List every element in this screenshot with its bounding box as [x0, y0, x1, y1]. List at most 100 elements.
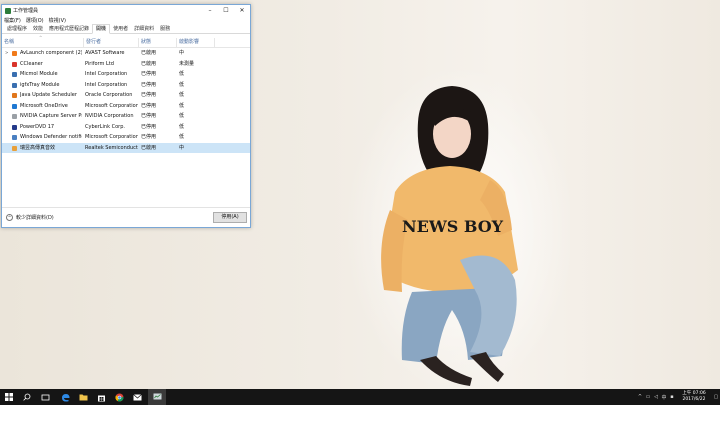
chevron-up-icon[interactable]: ^	[636, 389, 644, 405]
app-icon	[12, 145, 17, 151]
fewer-details-label: 較少詳細資料(D)	[16, 215, 54, 221]
status-cell: 已啟用	[141, 60, 157, 67]
table-row[interactable]: NVIDIA Capture Server Pro...NVIDIA Corpo…	[2, 111, 250, 122]
status-cell: 已停用	[141, 113, 157, 119]
impact-cell: 中	[179, 50, 185, 56]
status-cell: 已停用	[141, 102, 157, 109]
chrome-icon	[114, 393, 123, 401]
clock[interactable]: 上午 07:06 2017/6/22	[680, 391, 708, 403]
table-row[interactable]: Java Update Scheduler Oracle Corporation 已…	[2, 90, 250, 101]
task-view-button[interactable]	[36, 389, 54, 405]
publisher-cell: AVAST Software	[85, 50, 125, 56]
column-header-status[interactable]: 狀態	[139, 38, 177, 47]
impact-cell: 中	[179, 144, 185, 151]
menu-options[interactable]: 選項(O)	[26, 17, 44, 24]
store-taskbar-button[interactable]	[92, 389, 110, 405]
column-header-name[interactable]: 名稱	[2, 38, 84, 47]
name-cell: AvLaunch component (2)	[20, 50, 82, 56]
title-bar[interactable]: 工作管理員 – ☐ ✕	[2, 5, 250, 16]
minimize-button[interactable]: –	[202, 5, 218, 16]
file-explorer-taskbar-button[interactable]	[74, 389, 92, 405]
task-manager-app-icon	[5, 7, 11, 14]
wallpaper-image: NEWS BOY	[345, 65, 570, 389]
table-row[interactable]: igfxTray Module Intel Corporation 已停用 低	[2, 80, 250, 91]
footer: ^ 較少詳細資料(D) 停用(A)	[2, 207, 250, 227]
publisher-cell: Oracle Corporation	[85, 92, 133, 98]
status-cell: 已停用	[141, 71, 157, 77]
tab-app-history[interactable]: 應用程式歷程記錄	[46, 25, 92, 33]
tab-services[interactable]: 服務	[157, 25, 173, 33]
name-cell: Micmol Module	[20, 71, 58, 77]
tab-users[interactable]: 使用者	[110, 25, 131, 33]
expand-chevron-icon[interactable]: >	[5, 48, 8, 59]
tab-performance[interactable]: 效能	[30, 25, 46, 33]
start-icon	[5, 393, 13, 401]
bottom-strip	[0, 405, 720, 429]
startup-list: > AvLaunch component (2) AVAST Software 已啟用…	[2, 48, 250, 153]
publisher-cell: Microsoft Corporation	[85, 102, 138, 109]
search-icon	[23, 393, 31, 401]
name-cell: CCleaner	[20, 60, 43, 67]
task-manager-icon	[153, 393, 161, 400]
window-title: 工作管理員	[13, 8, 39, 14]
menu-view[interactable]: 檢視(V)	[49, 17, 66, 24]
ime-icon[interactable]: 中	[660, 389, 668, 405]
search-button[interactable]	[18, 389, 36, 405]
task-manager-window[interactable]: 工作管理員 – ☐ ✕ 檔案(F) 選項(O) 檢視(V) 處理程序 效能 應用…	[1, 4, 251, 228]
keyboard-icon[interactable]: ▪	[668, 389, 676, 405]
app-icon	[12, 93, 17, 98]
app-icon	[12, 82, 17, 88]
name-cell: 瑞昱高傳真音效	[20, 144, 56, 151]
table-row[interactable]: Micmol Module Intel Corporation 已停用 低	[2, 69, 250, 80]
column-header-publisher[interactable]: 發行者	[84, 38, 139, 47]
publisher-cell: Piriform Ltd	[85, 60, 114, 67]
menu-bar: 檔案(F) 選項(O) 檢視(V)	[2, 16, 250, 24]
app-icon	[12, 51, 17, 56]
notifications-icon[interactable]: ▢	[712, 389, 720, 405]
impact-cell: 未測量	[179, 60, 195, 67]
impact-cell: 低	[179, 102, 185, 109]
mail-icon	[132, 393, 142, 400]
table-row[interactable]: Windows Defender notific...Microsoft Cor…	[2, 132, 250, 143]
volume-icon[interactable]: ◁	[652, 389, 660, 405]
name-cell: NVIDIA Capture Server Pro...	[20, 113, 82, 119]
publisher-cell: Intel Corporation	[85, 71, 128, 77]
publisher-cell: CyberLink Corp.	[85, 123, 125, 130]
edge-taskbar-button[interactable]	[56, 389, 74, 405]
column-header-impact[interactable]: 啟動影響	[177, 38, 215, 47]
column-header-row: ^ 名稱 發行者 狀態 啟動影響	[2, 35, 250, 48]
chrome-taskbar-button[interactable]	[110, 389, 128, 405]
app-icon	[12, 103, 17, 109]
disable-button[interactable]: 停用(A)	[213, 212, 247, 223]
publisher-cell: Realtek Semiconductor	[85, 144, 138, 151]
publisher-cell: Intel Corporation	[85, 81, 128, 88]
impact-cell: 低	[179, 81, 185, 88]
app-icon	[12, 135, 17, 140]
table-row[interactable]: 瑞昱高傳真音效 Realtek Semiconductor 已啟用 中	[2, 142, 250, 153]
app-icon	[12, 61, 17, 67]
tab-processes[interactable]: 處理程序	[4, 25, 30, 33]
start-button[interactable]	[0, 389, 18, 405]
table-row[interactable]: Microsoft OneDrive Microsoft Corporation 已…	[2, 101, 250, 112]
tab-startup[interactable]: 開機	[92, 24, 111, 34]
task-manager-taskbar-button[interactable]	[148, 389, 166, 405]
taskbar: ^ ▭ ◁ 中 ▪ 上午 07:06 2017/6/22 ▢	[0, 389, 720, 405]
table-row[interactable]: CCleaner Piriform Ltd 已啟用 未測量	[2, 59, 250, 70]
status-cell: 已停用	[141, 81, 157, 88]
impact-cell: 低	[179, 134, 185, 140]
table-row[interactable]: > AvLaunch component (2) AVAST Software 已啟用…	[2, 48, 250, 59]
fewer-details-link[interactable]: ^ 較少詳細資料(D)	[6, 214, 54, 221]
svg-text:NEWS BOY: NEWS BOY	[402, 217, 504, 236]
clock-date: 2017/6/22	[682, 397, 706, 402]
menu-file[interactable]: 檔案(F)	[4, 17, 21, 24]
publisher-cell: Microsoft Corporation	[85, 134, 138, 140]
tab-details[interactable]: 詳細資料	[131, 25, 157, 33]
network-icon[interactable]: ▭	[644, 389, 652, 405]
maximize-button[interactable]: ☐	[218, 5, 234, 16]
name-cell: Microsoft OneDrive	[20, 102, 68, 109]
table-row[interactable]: PowerDVD 17 CyberLink Corp. 已停用 低	[2, 122, 250, 133]
name-cell: Windows Defender notific...	[20, 134, 82, 140]
mail-taskbar-button[interactable]	[128, 389, 146, 405]
name-cell: PowerDVD 17	[20, 123, 55, 130]
close-button[interactable]: ✕	[234, 5, 250, 16]
